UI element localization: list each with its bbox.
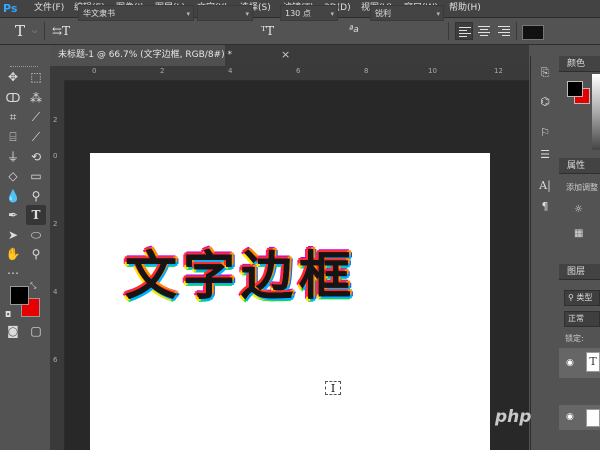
- blend-mode-select[interactable]: 正常: [564, 311, 600, 327]
- color-panel-foreground[interactable]: [567, 81, 583, 97]
- text-orientation-icon[interactable]: ⇆T: [52, 18, 70, 44]
- color-spectrum[interactable]: [592, 74, 600, 150]
- menu-help[interactable]: 帮助(H): [449, 0, 481, 17]
- hand-tool-icon[interactable]: ✋: [3, 244, 23, 264]
- text-cursor-icon: I: [325, 381, 341, 395]
- layer-thumbnail: [586, 409, 600, 427]
- horizontal-ruler: 0 2 4 6 8 10 12: [50, 66, 529, 81]
- divider: [44, 22, 45, 40]
- chevron-down-icon: ▾: [245, 10, 249, 18]
- history-panel-icon[interactable]: ⎘: [536, 64, 554, 82]
- foreground-color-swatch[interactable]: [10, 286, 29, 305]
- eyedropper-tool-icon[interactable]: ⟋: [26, 107, 46, 127]
- divider: [516, 22, 517, 40]
- ellipse-tool-icon[interactable]: ⬭: [26, 225, 46, 245]
- lasso-tool-icon[interactable]: ↀ: [3, 88, 23, 108]
- properties-panel-tab[interactable]: 属性: [559, 158, 600, 174]
- antialias-select[interactable]: 锐利 ▾: [370, 5, 444, 21]
- chevron-down-icon[interactable]: ⌵: [32, 27, 37, 36]
- photoshop-logo: Ps: [3, 2, 18, 15]
- menu-file[interactable]: 文件(F): [34, 0, 64, 17]
- paragraph-panel-icon[interactable]: ¶: [536, 198, 554, 216]
- color-panel-tab[interactable]: 颜色: [559, 56, 600, 72]
- dodge-tool-icon[interactable]: ⚲: [26, 186, 46, 206]
- more-tools-icon[interactable]: ⋯: [3, 263, 23, 283]
- vertical-ruler: 2 0 2 4 6: [50, 80, 65, 450]
- adjustments-icon[interactable]: ☰: [536, 146, 554, 164]
- adjust-label: 添加调整: [566, 183, 598, 192]
- move-tool-icon[interactable]: ✥: [3, 67, 23, 87]
- layer-filter-select[interactable]: ⚲ 类型: [564, 290, 600, 306]
- curves-icon[interactable]: ▦: [574, 228, 583, 239]
- text-layer-thumbnail-icon: T: [586, 352, 600, 372]
- chevron-down-icon: ▾: [330, 10, 334, 18]
- font-size-select[interactable]: 130 点 ▾: [280, 5, 338, 21]
- gradient-tool-icon[interactable]: ▭: [26, 166, 46, 186]
- type-tool-icon[interactable]: T: [26, 205, 46, 225]
- font-family-select[interactable]: 华文隶书 ▾: [78, 5, 194, 21]
- search-icon: ⚲: [568, 293, 574, 302]
- blur-tool-icon[interactable]: 💧: [3, 186, 23, 206]
- magic-wand-tool-icon[interactable]: ⁂: [26, 88, 46, 108]
- document-tab-bar: 未标题-1 @ 66.7% (文字边框, RGB/8#) * ×: [50, 45, 529, 67]
- align-right-button[interactable]: [495, 22, 513, 40]
- clone-stamp-tool-icon[interactable]: ⏚: [3, 147, 23, 167]
- font-size-icon: ᵀT: [261, 24, 275, 38]
- brush-settings-icon[interactable]: ⌬: [536, 93, 554, 111]
- crop-tool-icon[interactable]: ⌗: [3, 107, 23, 127]
- lock-label: 锁定:: [565, 334, 584, 343]
- zoom-tool-icon[interactable]: ⚲: [26, 244, 46, 264]
- canvas-text-layer[interactable]: 文字边框: [125, 242, 475, 312]
- close-tab-icon[interactable]: ×: [281, 48, 290, 61]
- document-tab[interactable]: 未标题-1 @ 66.7% (文字边框, RGB/8#) *: [50, 45, 232, 66]
- panel-dock-strip: [530, 56, 560, 450]
- chevron-down-icon: ▾: [186, 10, 190, 18]
- align-left-button[interactable]: [455, 22, 473, 40]
- font-style-select[interactable]: ▾: [197, 5, 253, 21]
- type-tool-preset-icon[interactable]: T: [15, 18, 25, 44]
- brightness-icon[interactable]: ☼: [574, 204, 583, 215]
- text-color-swatch[interactable]: [522, 25, 544, 40]
- swap-colors-icon[interactable]: ⤡: [30, 281, 36, 291]
- path-selection-tool-icon[interactable]: ➤: [3, 225, 23, 245]
- pen-tool-icon[interactable]: ✒: [3, 205, 23, 225]
- history-brush-tool-icon[interactable]: ⟲: [26, 147, 46, 167]
- visibility-eye-icon[interactable]: ◉: [566, 358, 574, 368]
- marquee-tool-icon[interactable]: ⬚: [26, 67, 46, 87]
- default-colors-icon[interactable]: ◘: [5, 310, 11, 319]
- divider: [448, 22, 449, 40]
- watermark-logo: php: [495, 407, 532, 427]
- eraser-tool-icon[interactable]: ◇: [3, 166, 23, 186]
- character-panel-icon[interactable]: A|: [536, 177, 554, 195]
- chevron-down-icon: ▾: [436, 10, 440, 18]
- align-center-button[interactable]: [475, 22, 493, 40]
- screen-mode-icon[interactable]: ▢: [26, 321, 46, 341]
- layers-panel-tab[interactable]: 图层: [559, 264, 600, 280]
- antialias-icon: ªa: [349, 25, 359, 35]
- quick-mask-icon[interactable]: ◙: [3, 321, 23, 341]
- tool-presets-icon[interactable]: ⚐: [536, 124, 554, 142]
- healing-brush-tool-icon[interactable]: ⌸: [3, 127, 23, 147]
- brush-tool-icon[interactable]: ⟋: [26, 127, 46, 147]
